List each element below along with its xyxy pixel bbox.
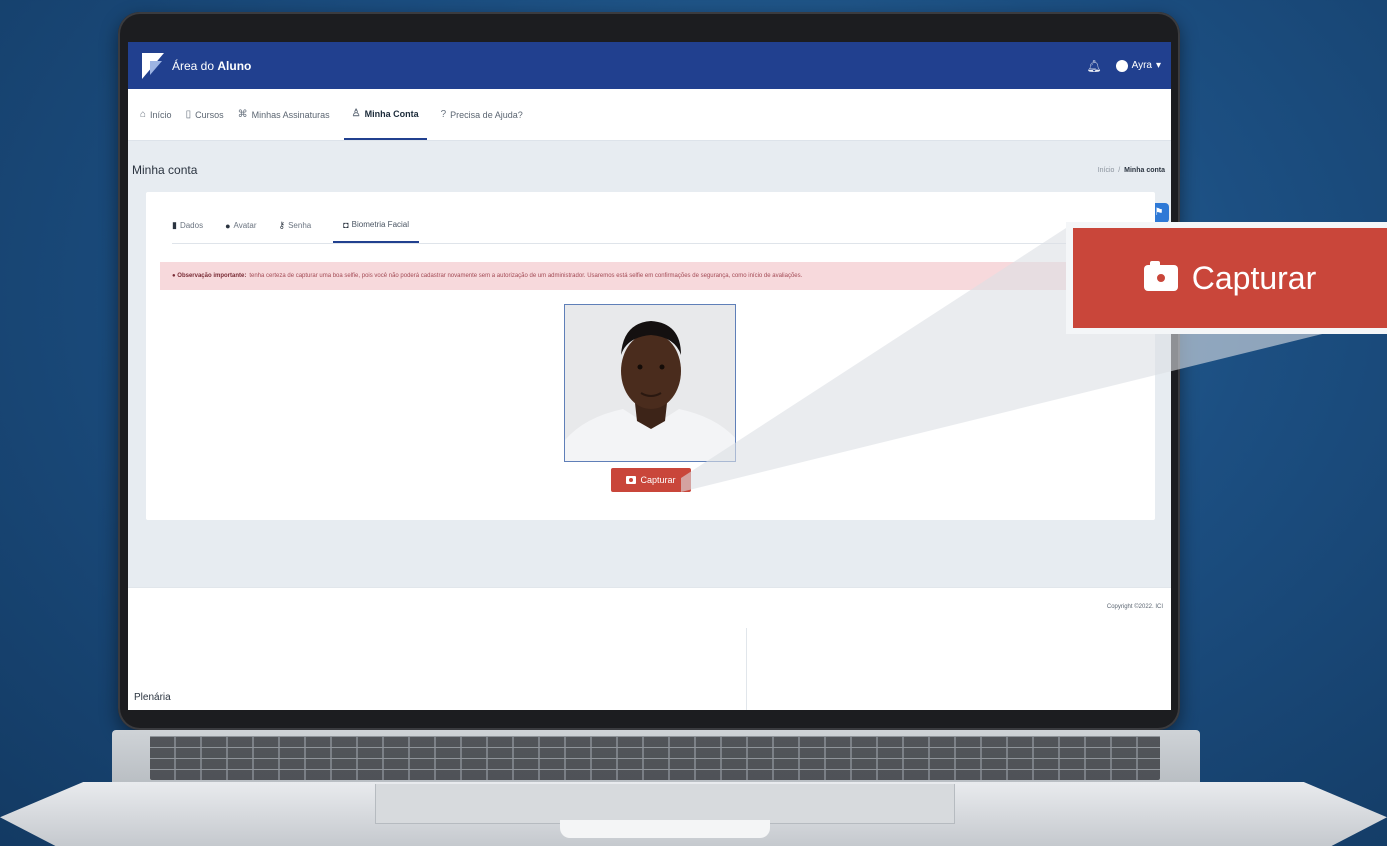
nav-my-account[interactable]: ♙ Minha Conta xyxy=(343,89,427,140)
tab-dados[interactable]: ▮ Dados xyxy=(172,208,203,243)
bell-icon[interactable]: 🔔︎ xyxy=(1086,59,1101,73)
book-icon: ▯ xyxy=(185,109,192,120)
user-icon: ♙ xyxy=(351,108,361,119)
top-bar: Área do Aluno 🔔︎ Ayra ▾ xyxy=(128,42,1171,89)
user-avatar-icon xyxy=(1115,59,1128,72)
help-icon: ? xyxy=(440,109,447,120)
account-card: ▮ Dados ● Avatar ⚷ Senha ◘ Biometria Fac… xyxy=(146,192,1155,520)
main-nav: ⌂ Início ▯ Cursos ⌘ Minhas Assinaturas ♙… xyxy=(128,89,1171,141)
chevron-down-icon: ▾ xyxy=(1155,60,1161,71)
breadcrumb-current: Minha conta xyxy=(1124,166,1165,174)
laptop-notch xyxy=(560,820,770,838)
plenaria-heading: Plenária xyxy=(134,692,171,703)
person-photo xyxy=(565,305,735,461)
important-notice: ● Observação importante: tenha certeza d… xyxy=(160,262,1140,290)
user-name: Ayra xyxy=(1131,60,1152,71)
brand-title: Área do Aluno xyxy=(172,58,252,73)
capture-button-zoom: Capturar xyxy=(1073,228,1387,328)
copyright: Copyright ©2022. ICI xyxy=(1106,604,1163,610)
nav-courses[interactable]: ▯ Cursos xyxy=(186,89,224,140)
breadcrumb-home[interactable]: Início xyxy=(1098,167,1115,174)
keyboard-rows xyxy=(150,736,1160,780)
nav-help[interactable]: ? Precisa de Ajuda? xyxy=(441,89,523,140)
screen: Área do Aluno 🔔︎ Ayra ▾ ⌂ Início ▯ Curso… xyxy=(128,42,1171,710)
capture-button[interactable]: Capturar xyxy=(611,468,691,492)
breadcrumb: Início / Minha conta xyxy=(1097,166,1165,174)
footer-divider xyxy=(746,628,747,710)
camera-icon: ◘ xyxy=(343,219,349,230)
home-icon: ⌂ xyxy=(140,109,147,120)
nav-subscriptions[interactable]: ⌘ Minhas Assinaturas xyxy=(238,89,330,140)
page-header: Minha conta Início / Minha conta xyxy=(128,149,1171,191)
id-card-icon: ▮ xyxy=(172,220,177,230)
account-tabs: ▮ Dados ● Avatar ⚷ Senha ◘ Biometria Fac… xyxy=(172,208,1132,244)
camera-icon xyxy=(1143,261,1178,291)
page-title: Minha conta xyxy=(132,163,198,177)
subscriptions-icon: ⌘ xyxy=(237,109,248,120)
trackpad xyxy=(375,784,955,824)
tab-avatar[interactable]: ● Avatar xyxy=(225,208,256,243)
tab-senha[interactable]: ⚷ Senha xyxy=(279,208,312,243)
selfie-preview xyxy=(564,304,736,462)
footer: Copyright ©2022. ICI Plenária xyxy=(128,587,1171,710)
user-menu[interactable]: Ayra ▾ xyxy=(1115,59,1161,72)
key-icon: ⚷ xyxy=(278,220,286,230)
nav-home[interactable]: ⌂ Início xyxy=(140,89,172,140)
user-circle-icon: ● xyxy=(225,220,231,231)
brand-logo[interactable] xyxy=(142,52,164,79)
info-icon: ● xyxy=(172,273,176,279)
camera-icon xyxy=(626,476,637,484)
tab-biometria-facial[interactable]: ◘ Biometria Facial xyxy=(333,208,420,243)
